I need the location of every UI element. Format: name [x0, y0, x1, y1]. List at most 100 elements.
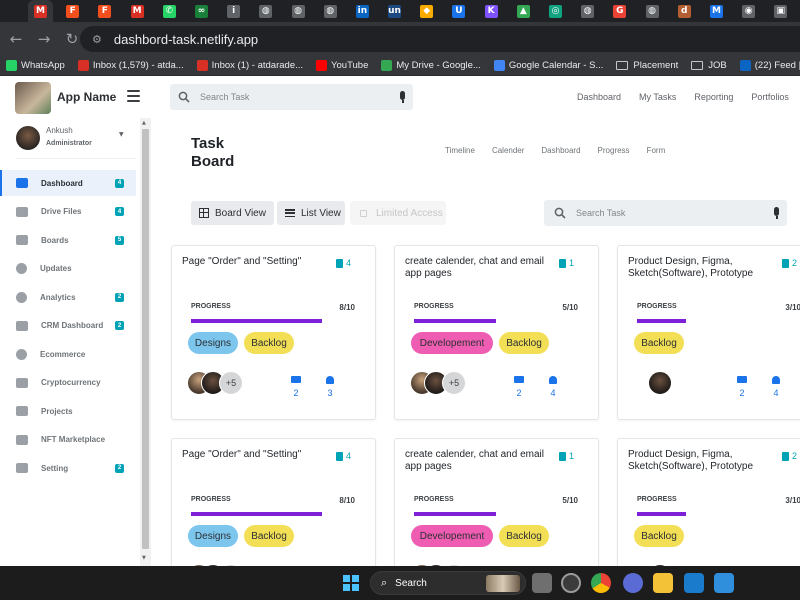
address-bar[interactable]: ⚙ dashbord-task.netlify.app [80, 26, 800, 52]
top-nav-link[interactable]: Dashboard [577, 92, 621, 102]
browser-tab[interactable]: ◎ [543, 0, 568, 22]
sidebar-item-projects[interactable]: Projects [0, 398, 136, 424]
store-icon[interactable] [714, 573, 734, 593]
back-icon[interactable]: ← [4, 27, 28, 51]
browser-tab[interactable]: ◍ [640, 0, 665, 22]
mail-stat[interactable]: 2 [737, 376, 747, 398]
bookmark-item[interactable]: JOB [691, 60, 727, 71]
sub-nav-link[interactable]: Dashboard [541, 146, 580, 155]
bookmark-item[interactable]: Inbox (1,579) - atda... [77, 60, 184, 71]
vscode-icon[interactable] [684, 573, 704, 593]
browser-tab[interactable]: M [704, 0, 729, 22]
browser-tab[interactable]: in [350, 0, 375, 22]
tag-backlog[interactable]: Backlog [244, 332, 294, 354]
sidebar-item-boards[interactable]: Boards 5 [0, 227, 136, 253]
scroll-down-icon[interactable]: ▼ [142, 555, 146, 561]
sidebar-item-nft-marketplace[interactable]: NFT Marketplace [0, 427, 136, 453]
tag-backlog[interactable]: Backlog [499, 332, 549, 354]
sub-nav-link[interactable]: Calender [492, 146, 524, 155]
file-explorer-icon[interactable] [653, 573, 673, 593]
browser-tab[interactable]: ✆ [157, 0, 182, 22]
more-assignees-badge[interactable]: +5 [442, 371, 466, 395]
browser-tab[interactable]: ◆ [414, 0, 439, 22]
board-view-button[interactable]: Board View [191, 201, 274, 225]
tag-designs[interactable]: Designs [188, 525, 238, 547]
browser-tab[interactable]: un [382, 0, 407, 22]
sidebar-item-ecommerce[interactable]: Ecommerce [0, 341, 136, 367]
mic-icon[interactable] [400, 91, 405, 103]
sidebar-item-analytics[interactable]: Analytics 2 [0, 284, 136, 310]
notification-stat[interactable]: 4 [549, 376, 557, 398]
tag-backlog[interactable]: Backlog [634, 332, 684, 354]
browser-tab[interactable]: i [221, 0, 246, 22]
sidebar-item-drive-files[interactable]: Drive Files 4 [0, 199, 136, 225]
browser-tab[interactable]: K [479, 0, 504, 22]
file-count[interactable]: 4 [335, 451, 351, 461]
mail-stat[interactable]: 2 [514, 376, 524, 398]
notification-stat[interactable]: 3 [326, 376, 334, 398]
mail-stat[interactable]: 2 [291, 376, 301, 398]
obs-icon[interactable] [561, 573, 581, 593]
more-assignees-badge[interactable]: +5 [219, 371, 243, 395]
browser-tab[interactable]: ∞ [189, 0, 214, 22]
bookmark-item[interactable]: YouTube [316, 60, 368, 71]
windows-start-icon[interactable] [343, 575, 359, 591]
tag-backlog[interactable]: Backlog [634, 525, 684, 547]
tag-developement[interactable]: Developement [411, 525, 493, 547]
bookmark-item[interactable]: WhatsApp [6, 60, 65, 71]
browser-tab[interactable]: F [92, 0, 117, 22]
top-nav-link[interactable]: My Tasks [639, 92, 676, 102]
sidebar-item-dashboard[interactable]: Dashboard 4 [0, 170, 136, 196]
bookmark-item[interactable]: (22) Feed | LinkedIn [739, 60, 800, 71]
task-card[interactable]: create calender, chat and email app page… [394, 245, 599, 420]
caret-down-icon[interactable]: ▼ [119, 131, 124, 138]
top-search-input[interactable]: Search Task [170, 84, 413, 110]
task-card[interactable]: Page "Order" and "Setting" 4 PROGRESS 8/10 D… [171, 438, 376, 566]
sub-nav-link[interactable]: Timeline [445, 146, 475, 155]
task-card[interactable]: Product Design, Figma, Sketch(Software),… [617, 438, 800, 566]
menu-icon[interactable] [127, 90, 140, 102]
scrollbar-thumb[interactable] [142, 129, 149, 549]
limited-access-button[interactable]: Limited Access [350, 201, 446, 225]
site-settings-icon[interactable]: ⚙ [92, 33, 102, 46]
bookmark-item[interactable]: Google Calendar - S... [493, 60, 603, 71]
tag-backlog[interactable]: Backlog [499, 525, 549, 547]
browser-tab[interactable]: ▲ [511, 0, 536, 22]
tag-developement[interactable]: Developement [411, 332, 493, 354]
sidebar-item-updates[interactable]: Updates [0, 256, 136, 282]
browser-tab[interactable]: G [607, 0, 632, 22]
browser-tab[interactable]: F [60, 0, 85, 22]
top-nav-link[interactable]: Reporting [694, 92, 733, 102]
list-view-button[interactable]: List View [277, 201, 345, 225]
tag-backlog[interactable]: Backlog [244, 525, 294, 547]
browser-tab[interactable]: d [672, 0, 697, 22]
browser-app-icon[interactable] [623, 573, 643, 593]
bookmark-item[interactable]: My Drive - Google... [381, 60, 481, 71]
sidebar-item-setting[interactable]: Setting 2 [0, 455, 136, 481]
sidebar-item-cryptocurrency[interactable]: Cryptocurrency [0, 370, 136, 396]
top-nav-link[interactable]: Portfolios [751, 92, 789, 102]
board-search-input[interactable]: Search Task [544, 200, 787, 226]
browser-tab[interactable]: ▣ [768, 0, 793, 22]
browser-tab[interactable]: ◍ [575, 0, 600, 22]
sub-nav-link[interactable]: Progress [598, 146, 630, 155]
browser-tab[interactable]: ◍ [286, 0, 311, 22]
browser-tab[interactable]: ◍ [318, 0, 343, 22]
task-card[interactable]: create calender, chat and email app page… [394, 438, 599, 566]
tag-designs[interactable]: Designs [188, 332, 238, 354]
browser-tab[interactable]: ◉ [736, 0, 761, 22]
taskbar-search[interactable]: ⌕ Search [370, 571, 526, 595]
sidebar-item-crm-dashboard[interactable]: CRM Dashboard 2 [0, 313, 136, 339]
browser-tab[interactable]: ◍ [253, 0, 278, 22]
browser-tab[interactable]: U [446, 0, 471, 22]
file-count[interactable]: 1 [558, 451, 574, 461]
browser-tab[interactable]: M [28, 0, 53, 22]
file-count[interactable]: 4 [335, 258, 351, 268]
bookmark-item[interactable]: Inbox (1) - atdarade... [196, 60, 303, 71]
mic-icon[interactable] [774, 207, 779, 219]
file-count[interactable]: 1 [558, 258, 574, 268]
bookmark-item[interactable]: Placement [616, 60, 678, 71]
task-card[interactable]: Page "Order" and "Setting" 4 PROGRESS 8/10 D… [171, 245, 376, 420]
task-card[interactable]: Product Design, Figma, Sketch(Software),… [617, 245, 800, 420]
sub-nav-link[interactable]: Form [647, 146, 666, 155]
